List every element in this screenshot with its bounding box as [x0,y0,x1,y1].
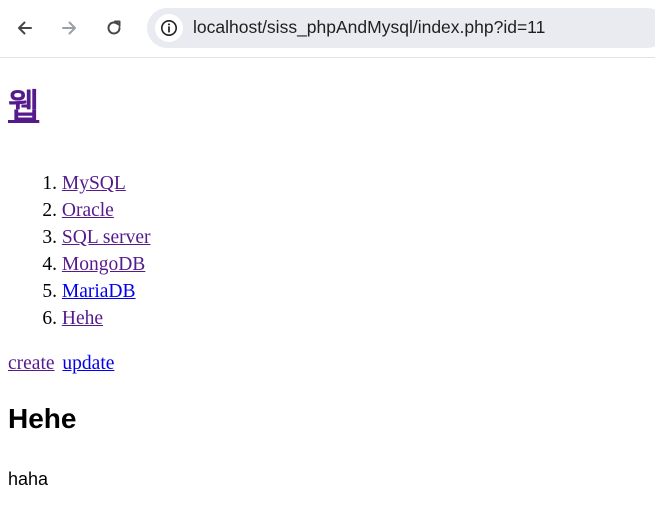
list-number: 1. [42,173,57,194]
page-title: 웹 [8,87,39,127]
info-icon [161,20,177,36]
list-item: 2. Oracle [8,197,151,224]
browser-toolbar: localhost/siss_phpAndMysql/index.php?id=… [0,0,655,58]
article-body: haha [8,469,49,489]
list-item: 1. MySQL [8,170,151,197]
create-link[interactable]: create [8,353,55,374]
reload-button[interactable] [96,10,132,46]
topic-link-hehe[interactable]: Hehe [62,308,103,329]
list-number: 6. [42,308,57,329]
address-bar[interactable]: localhost/siss_phpAndMysql/index.php?id=… [147,8,655,48]
forward-button[interactable] [51,10,87,46]
list-number: 4. [42,254,57,275]
topic-list: 1. MySQL 2. Oracle 3. SQL server 4. Mong… [8,170,151,332]
topic-link-sql-server[interactable]: SQL server [62,227,151,248]
topic-link-mysql[interactable]: MySQL [62,173,126,194]
list-number: 3. [42,227,57,248]
action-links: create update [8,351,117,377]
topic-link-oracle[interactable]: Oracle [62,200,114,221]
arrow-right-icon [62,21,76,35]
list-item: 5. MariaDB [8,278,151,305]
list-item: 6. Hehe [8,305,151,332]
update-link[interactable]: update [62,353,114,374]
site-info-button[interactable] [155,14,183,42]
url-text[interactable]: localhost/siss_phpAndMysql/index.php?id=… [193,17,545,38]
home-link[interactable]: 웹 [8,87,39,127]
article-title: Hehe [8,403,77,434]
list-number: 2. [42,200,57,221]
arrow-left-icon [18,21,32,35]
reload-icon [107,20,121,35]
list-item: 3. SQL server [8,224,151,251]
topic-link-mongodb[interactable]: MongoDB [62,254,145,275]
list-item: 4. MongoDB [8,251,151,278]
list-number: 5. [42,281,57,302]
topic-link-mariadb[interactable]: MariaDB [62,281,136,302]
back-button[interactable] [7,10,43,46]
